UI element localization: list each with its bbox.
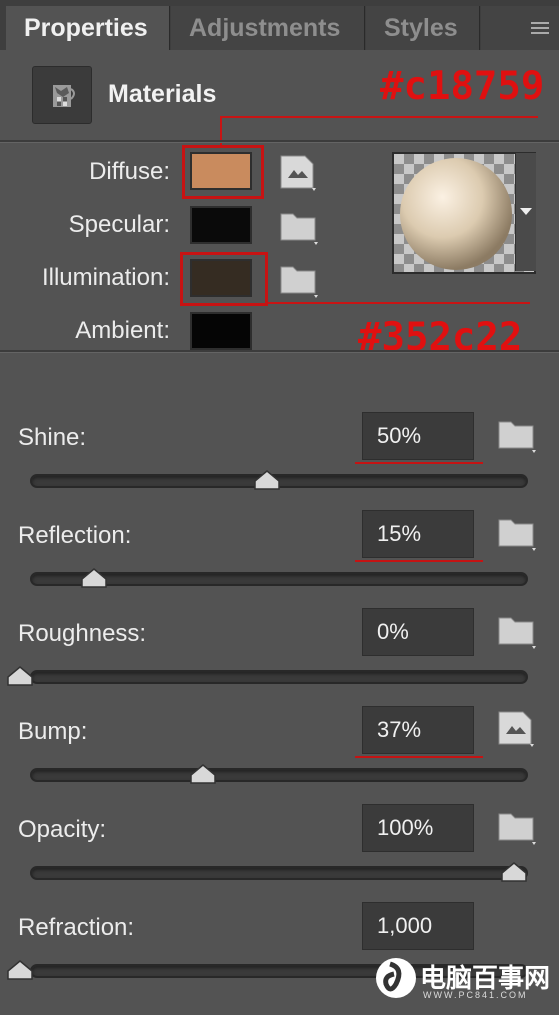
materials-icon bbox=[32, 66, 92, 124]
divider bbox=[0, 140, 559, 143]
tab-styles[interactable]: Styles bbox=[366, 6, 480, 50]
preview-menu-button[interactable] bbox=[515, 153, 536, 271]
slider-track[interactable] bbox=[30, 768, 528, 782]
chevron-down-icon bbox=[520, 208, 532, 215]
slider-label: Opacity: bbox=[18, 816, 107, 843]
slider-label: Bump: bbox=[18, 718, 88, 745]
slider-value-input[interactable]: 100% bbox=[362, 804, 474, 852]
specular-folder-icon[interactable] bbox=[278, 206, 320, 248]
tab-bar: Properties Adjustments Styles bbox=[0, 0, 559, 50]
slider-label: Roughness: bbox=[18, 620, 147, 647]
slider-thumb[interactable] bbox=[7, 960, 33, 980]
annotation-underline bbox=[355, 560, 483, 562]
illumination-label: Illumination: bbox=[41, 264, 170, 291]
slider-thumb[interactable] bbox=[81, 568, 107, 588]
panel-title: Materials bbox=[108, 80, 217, 108]
illumination-color-swatch[interactable] bbox=[190, 259, 252, 297]
slider-thumb[interactable] bbox=[501, 862, 527, 882]
annotation-line-illumination bbox=[268, 302, 530, 304]
texture-icon[interactable] bbox=[496, 708, 538, 750]
diffuse-texture-icon[interactable] bbox=[278, 152, 320, 194]
diffuse-color-swatch[interactable] bbox=[190, 152, 252, 190]
slider-thumb[interactable] bbox=[190, 764, 216, 784]
folder-icon[interactable] bbox=[496, 414, 538, 456]
annotation-underline bbox=[355, 756, 483, 758]
tab-adjustments[interactable]: Adjustments bbox=[171, 6, 365, 50]
diffuse-label: Diffuse: bbox=[89, 158, 170, 185]
tab-properties[interactable]: Properties bbox=[6, 6, 170, 50]
slider-value-input[interactable]: 37% bbox=[362, 706, 474, 754]
slider-track[interactable] bbox=[30, 866, 528, 880]
folder-icon[interactable] bbox=[496, 806, 538, 848]
ambient-color-swatch[interactable] bbox=[190, 312, 252, 350]
slider-label: Reflection: bbox=[18, 522, 132, 549]
folder-icon[interactable] bbox=[496, 610, 538, 652]
annotation-line-diffuse bbox=[220, 116, 538, 118]
annotation-underline bbox=[355, 462, 483, 464]
slider-value-input[interactable]: 15% bbox=[362, 510, 474, 558]
illumination-folder-icon[interactable] bbox=[278, 259, 320, 301]
slider-label: Shine: bbox=[18, 424, 87, 451]
slider-thumb[interactable] bbox=[254, 470, 280, 490]
slider-value-input[interactable]: 1,000 bbox=[362, 902, 474, 950]
annotation-illumination-hex: #352c22 bbox=[358, 315, 523, 360]
divider bbox=[0, 350, 559, 353]
annotation-diffuse-hex: #c18759 bbox=[380, 64, 545, 109]
specular-label: Specular: bbox=[68, 211, 170, 238]
specular-color-swatch[interactable] bbox=[190, 206, 252, 244]
slider-thumb[interactable] bbox=[7, 666, 33, 686]
panel-menu-button[interactable] bbox=[481, 6, 559, 50]
slider-value-input[interactable]: 50% bbox=[362, 412, 474, 460]
slider-track[interactable] bbox=[30, 670, 528, 684]
slider-value-input[interactable]: 0% bbox=[362, 608, 474, 656]
slider-label: Refraction: bbox=[18, 914, 135, 941]
watermark-logo-icon bbox=[376, 958, 416, 998]
ambient-label: Ambient: bbox=[75, 317, 170, 344]
panel-menu-icon bbox=[531, 22, 549, 34]
folder-icon[interactable] bbox=[496, 512, 538, 554]
watermark-url: WWW.PC841.COM bbox=[423, 990, 528, 1000]
